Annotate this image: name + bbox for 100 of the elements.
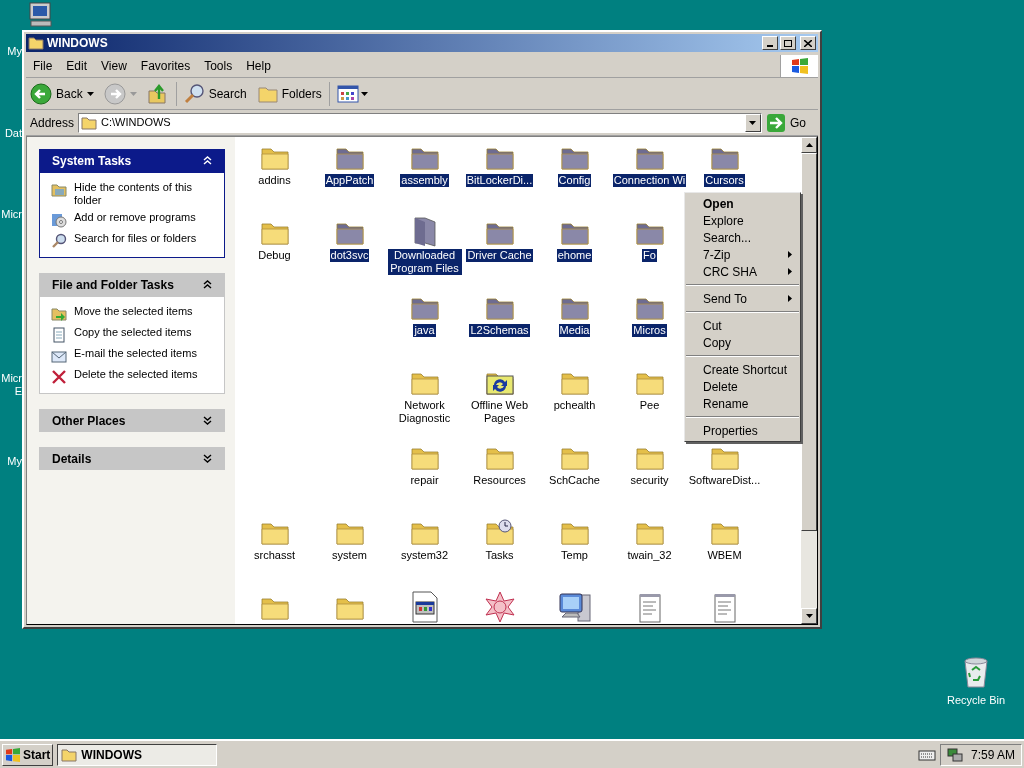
folders-button[interactable]: Folders xyxy=(256,83,322,104)
file-label[interactable]: ehome xyxy=(556,249,593,262)
menu-item[interactable]: Help xyxy=(239,56,278,75)
desktop-icon-label[interactable]: My xyxy=(7,45,22,57)
desktop-icon-label[interactable]: My xyxy=(7,455,22,467)
file-label[interactable]: system xyxy=(331,549,368,562)
search-button[interactable]: Search xyxy=(183,82,247,105)
file-label[interactable]: Network Diagnostic xyxy=(387,399,462,425)
dropdown-arrow-icon[interactable] xyxy=(86,91,94,96)
file-label[interactable]: Connection Wi xyxy=(612,174,687,187)
file-label[interactable]: L2Schemas xyxy=(469,324,530,337)
collapse-icon[interactable] xyxy=(203,156,212,165)
folder-icon xyxy=(61,747,78,762)
task-link[interactable]: Delete the selected items xyxy=(74,368,198,381)
desktop-icon-label[interactable]: Micr xyxy=(1,208,22,220)
keyboard-icon[interactable] xyxy=(917,748,936,761)
desktop-icon-label[interactable]: Dat xyxy=(4,127,22,139)
menu-item[interactable]: View xyxy=(94,56,134,75)
context-menu-item[interactable]: Properties xyxy=(685,422,800,439)
menu-item[interactable]: Favorites xyxy=(133,56,198,75)
file-label[interactable]: twain_32 xyxy=(626,549,673,562)
file-label[interactable]: Offline Web Pages xyxy=(462,399,537,425)
context-menu-item[interactable]: Open xyxy=(685,195,800,212)
computer-icon xyxy=(557,591,592,623)
context-menu-item[interactable]: Delete xyxy=(685,378,800,395)
dropdown-arrow-icon xyxy=(360,91,368,96)
file-label[interactable]: srchasst xyxy=(253,549,296,562)
context-menu-item[interactable]: Rename xyxy=(685,395,800,412)
vertical-scrollbar[interactable] xyxy=(801,137,817,624)
expand-icon[interactable] xyxy=(203,416,212,425)
task-panel-header[interactable]: Other Places xyxy=(39,409,225,432)
file-label[interactable]: java xyxy=(413,324,436,337)
folder-icon xyxy=(51,182,67,198)
context-menu-item[interactable]: 7-Zip xyxy=(685,246,800,263)
views-button[interactable] xyxy=(336,84,368,103)
address-field[interactable]: C:\WINDOWS xyxy=(78,112,762,133)
file-label[interactable]: Pee xyxy=(638,399,661,412)
file-label[interactable]: Tasks xyxy=(484,549,515,562)
star-icon xyxy=(483,591,516,623)
desktop-icon-label[interactable]: Recycle Bin xyxy=(946,692,1006,709)
file-label[interactable]: AppPatch xyxy=(324,174,375,187)
context-menu-item[interactable]: CRC SHA xyxy=(685,263,800,280)
file-label[interactable]: Fo xyxy=(642,249,657,262)
file-label[interactable]: Resources xyxy=(472,474,527,487)
file-label[interactable]: pchealth xyxy=(552,399,597,412)
file-label[interactable]: Temp xyxy=(560,549,589,562)
file-label[interactable]: BitLockerDi... xyxy=(465,174,534,187)
menu-item[interactable]: Tools xyxy=(197,56,240,75)
scroll-thumb[interactable] xyxy=(801,153,817,531)
file-label[interactable]: addins xyxy=(257,174,292,187)
address-dropdown-button[interactable] xyxy=(745,113,761,132)
file-label[interactable]: Media xyxy=(558,324,591,337)
file-label[interactable]: Micros xyxy=(632,324,667,337)
go-button[interactable]: Go xyxy=(766,112,814,133)
file-label[interactable]: Config xyxy=(557,174,592,187)
task-panel-header[interactable]: File and Folder Tasks xyxy=(39,273,225,296)
maximize-button[interactable] xyxy=(780,36,796,50)
file-label[interactable]: Driver Cache xyxy=(466,249,533,262)
file-label[interactable]: Cursors xyxy=(704,174,745,187)
file-label[interactable]: Downloaded Program Files xyxy=(387,249,462,275)
file-label[interactable]: repair xyxy=(409,474,440,487)
file-label[interactable]: dot3svc xyxy=(329,249,370,262)
close-button[interactable] xyxy=(800,36,816,50)
task-panel-header[interactable]: System Tasks xyxy=(39,149,225,172)
file-label[interactable]: assembly xyxy=(400,174,449,187)
file-label[interactable]: security xyxy=(629,474,670,487)
context-menu-item[interactable]: Search... xyxy=(685,229,800,246)
computer-icon[interactable] xyxy=(28,2,54,28)
context-menu-item[interactable]: Copy xyxy=(685,334,800,351)
context-menu-item[interactable]: Create Shortcut xyxy=(685,361,800,378)
context-menu-item[interactable]: Explore xyxy=(685,212,800,229)
task-link[interactable]: Search for files or folders xyxy=(74,232,197,245)
network-icon[interactable] xyxy=(946,746,963,763)
menu-item[interactable]: File xyxy=(26,56,60,75)
file-label[interactable]: SchCache xyxy=(548,474,601,487)
scroll-up-icon[interactable] xyxy=(805,143,813,147)
task-link[interactable]: E-mail the selected items xyxy=(74,347,197,360)
task-link[interactable]: Hide the contents of this folder xyxy=(74,181,213,207)
start-button[interactable]: Start xyxy=(2,743,54,766)
file-label[interactable]: system32 xyxy=(399,549,450,562)
file-label[interactable]: Debug xyxy=(257,249,292,262)
back-button[interactable]: Back xyxy=(30,82,83,105)
delete-icon xyxy=(51,369,67,385)
file-label[interactable]: WBEM xyxy=(706,549,743,562)
desktop-icon-label[interactable]: Micr xyxy=(1,372,22,384)
task-panel-header[interactable]: Details xyxy=(39,447,225,470)
context-menu-item[interactable]: Cut xyxy=(685,317,800,334)
context-menu-item[interactable]: Send To xyxy=(685,290,800,307)
task-link[interactable]: Add or remove programs xyxy=(74,211,196,224)
expand-icon[interactable] xyxy=(203,454,212,463)
taskbar-button[interactable]: WINDOWS xyxy=(57,743,218,766)
minimize-button[interactable] xyxy=(762,36,778,50)
recycle-bin-icon[interactable] xyxy=(961,656,991,688)
scroll-down-icon[interactable] xyxy=(805,614,813,618)
task-link[interactable]: Copy the selected items xyxy=(74,326,192,339)
file-label[interactable]: SoftwareDist... xyxy=(687,474,762,487)
collapse-icon[interactable] xyxy=(203,280,212,289)
menu-item[interactable]: Edit xyxy=(59,56,95,75)
task-link[interactable]: Move the selected items xyxy=(74,305,193,318)
desktop-icon-label[interactable]: E xyxy=(14,385,22,397)
